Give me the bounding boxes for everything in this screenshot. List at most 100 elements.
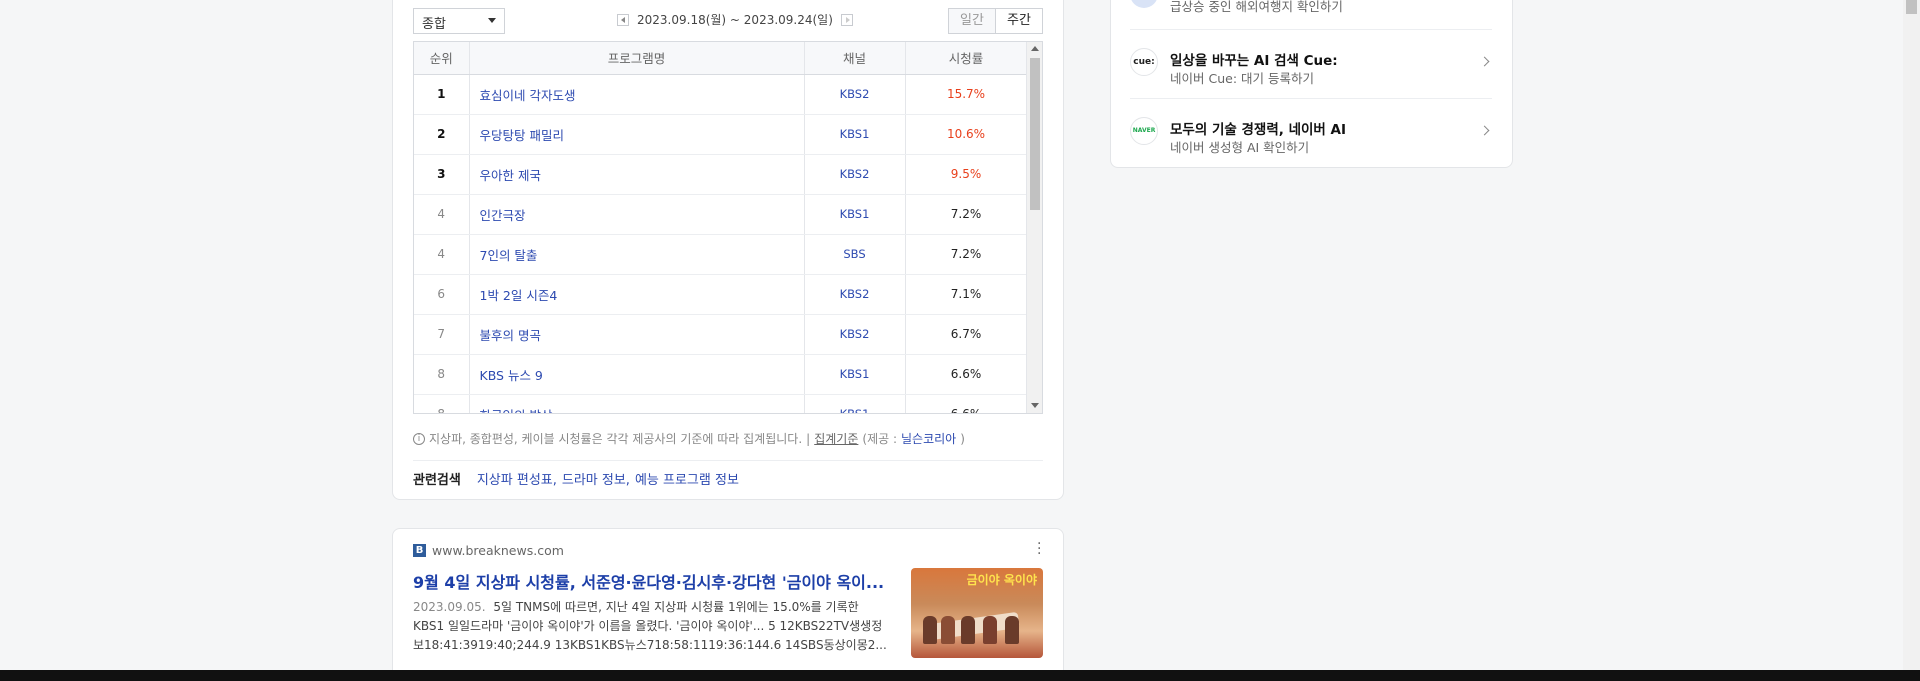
naver-ai-logo-icon: NAVER: [1130, 117, 1158, 145]
more-options-icon[interactable]: · · ·: [1037, 537, 1043, 561]
page-scrollbar[interactable]: [1903, 0, 1920, 670]
channel-link[interactable]: KBS2: [804, 314, 906, 355]
table-row: 4 인간극장 KBS1 7.2%: [414, 194, 1028, 235]
news-snippet: 2023.09.05. 5일 TNMS에 따르면, 지난 4일 지상파 시청률 …: [413, 598, 888, 655]
page-scroll-thumb[interactable]: [1906, 0, 1917, 14]
provider-prefix: (제공 :: [862, 432, 898, 446]
channel-link[interactable]: SBS: [804, 234, 906, 275]
rank-cell: 7: [414, 314, 470, 355]
chevron-right-icon: [1479, 56, 1490, 67]
program-link[interactable]: 우당탕탕 패밀리: [469, 114, 805, 155]
related-search-label: 관련검색: [413, 473, 461, 488]
rating-cell: 10.6%: [905, 114, 1028, 155]
rating-cell: 7.2%: [905, 194, 1028, 235]
side-item-cue[interactable]: cue: 일상을 바꾸는 AI 검색 Cue: 네이버 Cue: 대기 등록하기: [1130, 37, 1492, 91]
rating-cell: 9.5%: [905, 154, 1028, 195]
date-range: 2023.09.18(월) ~ 2023.09.24(일): [637, 13, 833, 27]
column-header-program: 프로그램명: [469, 42, 805, 75]
date-navigator: 2023.09.18(월) ~ 2023.09.24(일): [617, 11, 853, 28]
partial-side-item-text[interactable]: 급상승 중인 해외여행지 확인하기: [1170, 0, 1343, 15]
channel-link[interactable]: KBS2: [804, 154, 906, 195]
rank-cell: 8: [414, 394, 470, 413]
program-link[interactable]: 우아한 제국: [469, 154, 805, 195]
table-row: 1 효심이네 각자도생 KBS2 15.7%: [414, 74, 1028, 115]
category-select[interactable]: 종합: [413, 8, 505, 34]
table-row: 6 1박 2일 시즌4 KBS2 7.1%: [414, 274, 1028, 315]
side-item-title: 일상을 바꾸는 AI 검색 Cue:: [1170, 53, 1338, 69]
rating-cell: 7.1%: [905, 274, 1028, 315]
rank-cell: 1: [414, 74, 470, 115]
source-logo-icon: B: [413, 544, 426, 557]
rank-cell: 6: [414, 274, 470, 315]
side-divider: [1130, 29, 1492, 30]
category-select-value: 종합: [422, 17, 446, 32]
criteria-link[interactable]: 집계기준: [814, 430, 858, 447]
chevron-right-icon: [1479, 125, 1490, 136]
column-header-channel: 채널: [804, 42, 906, 75]
related-link-drama[interactable]: 드라마 정보,: [562, 469, 630, 488]
table-row: 8한국인의 밥상KBS16.6%: [414, 394, 1028, 413]
thumbnail-title: 금이야 옥이야: [966, 573, 1037, 587]
rating-cell: 6.6%: [905, 394, 1028, 413]
scroll-down-arrow-icon[interactable]: [1031, 403, 1039, 408]
rating-cell: 7.2%: [905, 234, 1028, 275]
channel-link[interactable]: KBS1: [804, 354, 906, 395]
thumbnail-person-shape: [1005, 616, 1019, 644]
cue-logo-icon: cue:: [1130, 48, 1158, 76]
channel-link[interactable]: KBS1: [804, 394, 906, 413]
rank-cell: 4: [414, 194, 470, 235]
table-scrollbar[interactable]: [1026, 42, 1042, 413]
rank-cell: 8: [414, 354, 470, 395]
table-row: 7 불후의 명곡 KBS2 6.7%: [414, 314, 1028, 355]
notice-text: 지상파, 종합편성, 케이블 시청률은 각각 제공사의 기준에 따라 집계됩니다…: [429, 432, 803, 446]
ratings-notice: i 지상파, 종합편성, 케이블 시청률은 각각 제공사의 기준에 따라 집계됩…: [413, 430, 965, 447]
news-source[interactable]: B www.breaknews.com: [413, 543, 564, 558]
source-url[interactable]: www.breaknews.com: [432, 543, 564, 558]
thumbnail-person-shape: [961, 616, 975, 644]
channel-link[interactable]: KBS1: [804, 114, 906, 155]
side-item-naver-ai[interactable]: NAVER 모두의 기술 경쟁력, 네이버 AI 네이버 생성형 AI 확인하기: [1130, 106, 1492, 160]
program-link[interactable]: 1박 2일 시즌4: [469, 274, 805, 315]
rank-cell: 4: [414, 234, 470, 275]
provider-link[interactable]: 닐슨코리아: [901, 430, 956, 447]
channel-link[interactable]: KBS2: [804, 74, 906, 115]
channel-link[interactable]: KBS1: [804, 194, 906, 235]
table-row: 2 우당탕탕 패밀리 KBS1 10.6%: [414, 114, 1028, 155]
related-search: 관련검색 지상파 편성표, 드라마 정보, 예능 프로그램 정보: [413, 469, 739, 488]
rating-cell: 6.7%: [905, 314, 1028, 355]
period-tabs: 일간 주간: [948, 8, 1043, 34]
table-row: 3 우아한 제국 KBS2 9.5%: [414, 154, 1028, 195]
related-link-variety[interactable]: 예능 프로그램 정보: [635, 469, 739, 488]
provider-suffix: ): [960, 431, 965, 446]
rating-cell: 6.6%: [905, 354, 1028, 395]
program-link[interactable]: 한국인의 밥상: [469, 394, 805, 413]
thumbnail-person-shape: [923, 616, 937, 644]
program-link[interactable]: KBS 뉴스 9: [469, 354, 805, 395]
chevron-down-icon: [488, 18, 496, 23]
next-week-button[interactable]: [840, 13, 853, 26]
program-link[interactable]: 인간극장: [469, 194, 805, 235]
taskbar: [0, 670, 1920, 681]
scroll-up-arrow-icon[interactable]: [1031, 46, 1039, 51]
side-item-subtitle: 네이버 생성형 AI 확인하기: [1170, 140, 1310, 155]
prev-week-button[interactable]: [617, 13, 629, 26]
thumbnail-person-shape: [941, 616, 955, 644]
program-link[interactable]: 7인의 탈출: [469, 234, 805, 275]
tab-daily[interactable]: 일간: [948, 8, 996, 34]
tab-weekly[interactable]: 주간: [995, 8, 1043, 34]
related-link-schedule[interactable]: 지상파 편성표,: [477, 469, 557, 488]
news-date: 2023.09.05.: [413, 600, 486, 614]
notice-separator: |: [806, 431, 811, 446]
news-thumbnail[interactable]: 금이야 옥이야: [911, 568, 1043, 658]
news-title-link[interactable]: 9월 4일 지상파 시청률, 서준영·윤다영·김시후·강다현 '금이야 옥이..…: [413, 569, 893, 593]
column-header-rank: 순위: [414, 42, 470, 75]
program-link[interactable]: 불후의 명곡: [469, 314, 805, 355]
thumbnail-person-shape: [983, 616, 997, 644]
rank-cell: 2: [414, 114, 470, 155]
table-row: 4 7인의 탈출 SBS 7.2%: [414, 234, 1028, 275]
info-icon: i: [413, 432, 425, 445]
program-link[interactable]: 효심이네 각자도생: [469, 74, 805, 115]
channel-link[interactable]: KBS2: [804, 274, 906, 315]
side-item-subtitle: 네이버 Cue: 대기 등록하기: [1170, 71, 1314, 86]
scroll-thumb[interactable]: [1030, 58, 1040, 210]
